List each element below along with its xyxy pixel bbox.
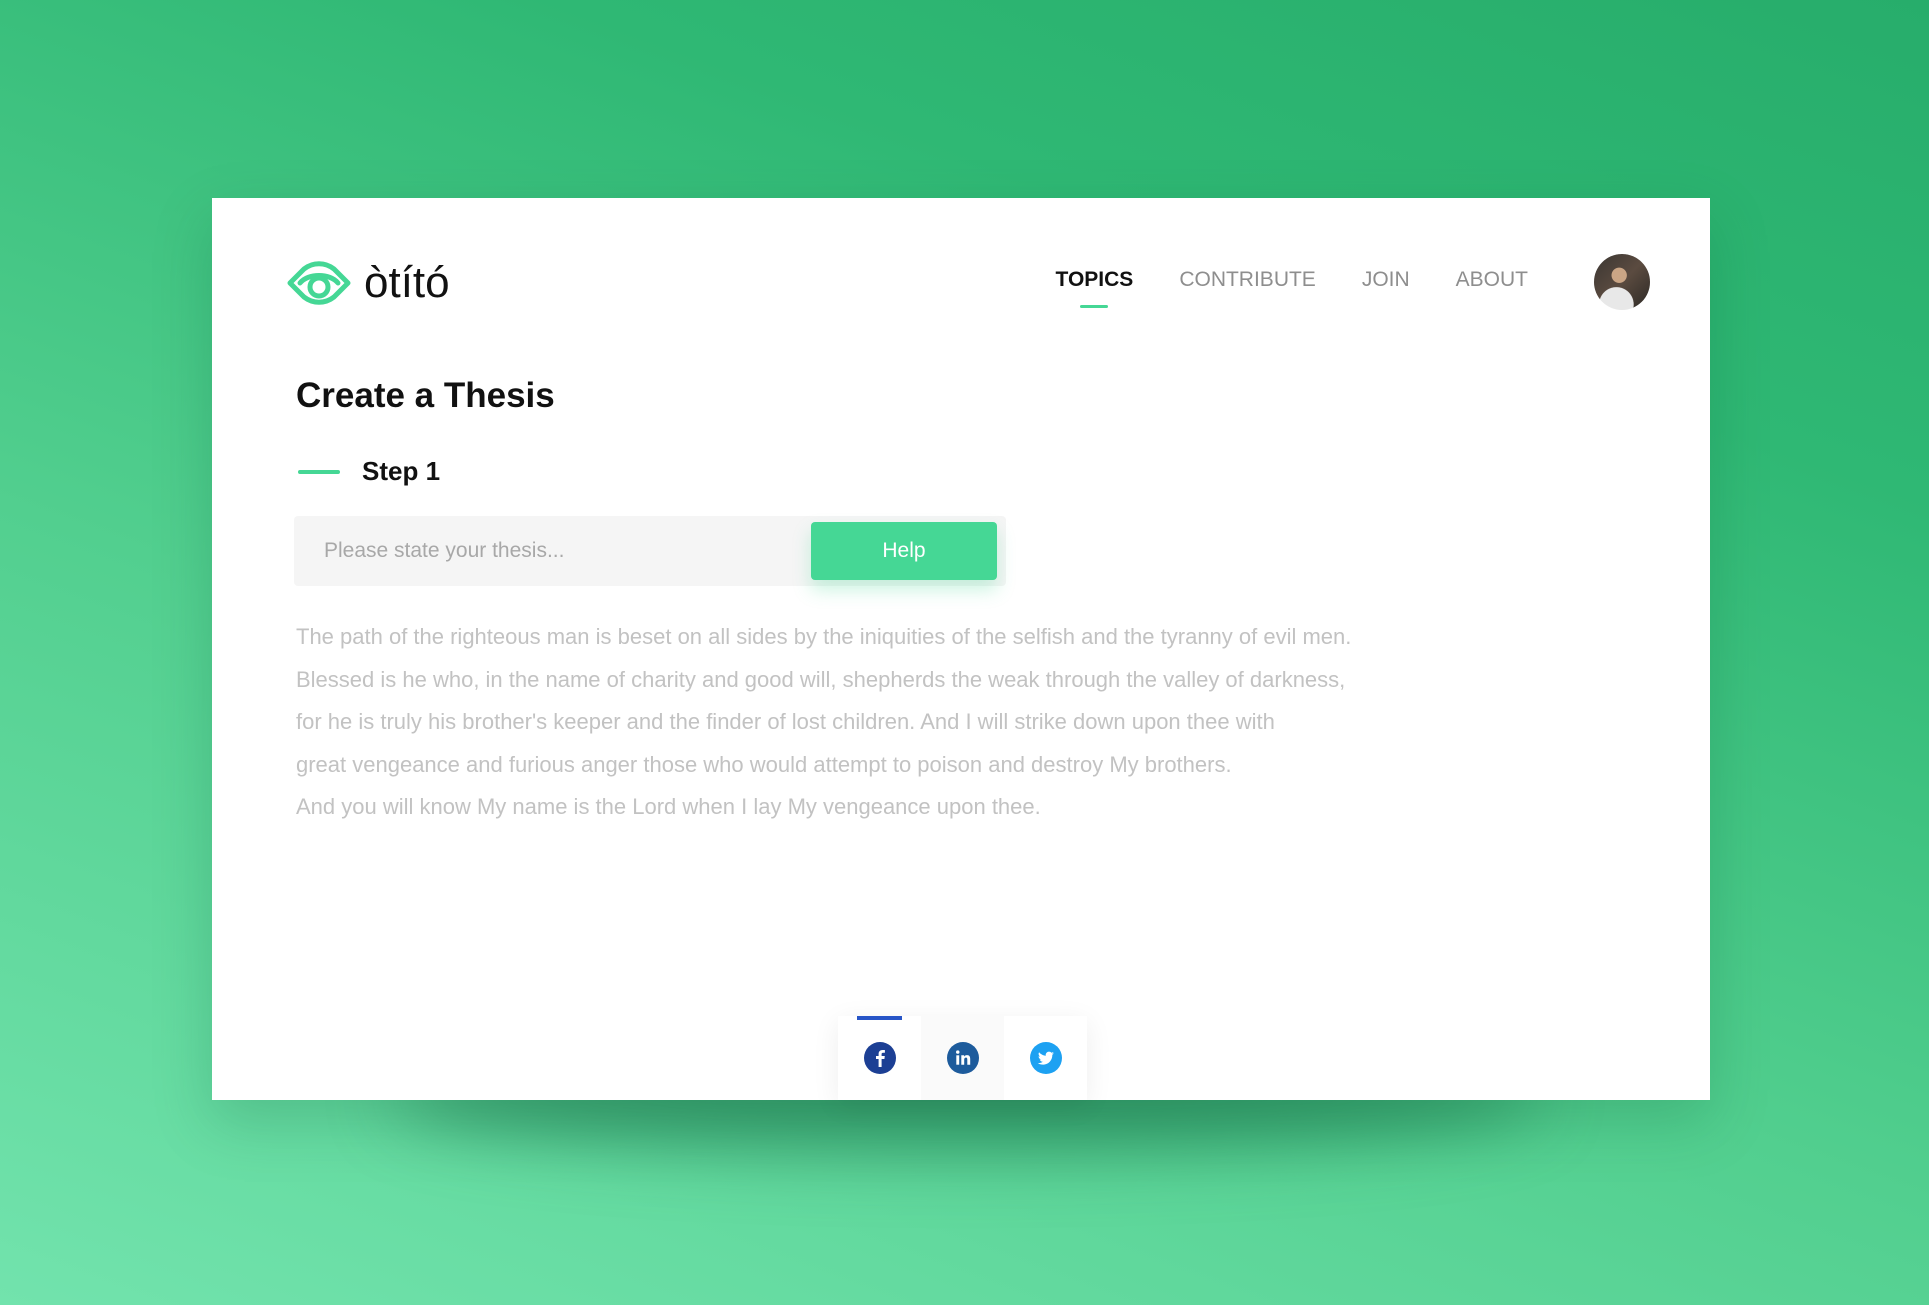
description-line: Blessed is he who, in the name of charit… [296,666,1346,692]
eye-logo-icon [287,261,351,305]
brand-logo[interactable]: òtító [286,258,450,308]
step-indicator: Step 1 [298,456,440,487]
nav-join[interactable]: JOIN [1362,268,1410,296]
brand-name: òtító [364,258,450,307]
main-card: òtító TOPICS CONTRIBUTE JOIN ABOUT Creat… [212,198,1710,1100]
thesis-form: Help [294,516,1006,586]
user-avatar[interactable] [1594,254,1650,310]
nav-about[interactable]: ABOUT [1456,268,1528,296]
nav-topics[interactable]: TOPICS [1056,268,1134,296]
nav-contribute[interactable]: CONTRIBUTE [1179,268,1316,296]
page-title: Create a Thesis [296,376,555,415]
description-line: And you will know My name is the Lord wh… [296,794,1041,819]
main-nav: TOPICS CONTRIBUTE JOIN ABOUT [1056,268,1528,296]
thesis-input[interactable] [294,516,804,586]
description-line: The path of the righteous man is beset o… [296,624,1352,649]
help-button[interactable]: Help [811,522,997,580]
facebook-icon [863,1042,896,1074]
step-label: Step 1 [362,456,441,486]
description-line: for he is truly his brother's keeper and… [296,709,1275,734]
twitter-icon [1029,1042,1062,1074]
thesis-description: The path of the righteous man is beset o… [296,616,1526,829]
description-line: great vengeance and furious anger those … [296,751,1232,777]
linkedin-icon [946,1042,979,1074]
share-facebook-button[interactable] [838,1016,921,1100]
share-twitter-button[interactable] [1004,1016,1087,1100]
share-linkedin-button[interactable] [921,1016,1004,1100]
share-bar [838,1016,1087,1100]
step-bar [298,469,340,474]
